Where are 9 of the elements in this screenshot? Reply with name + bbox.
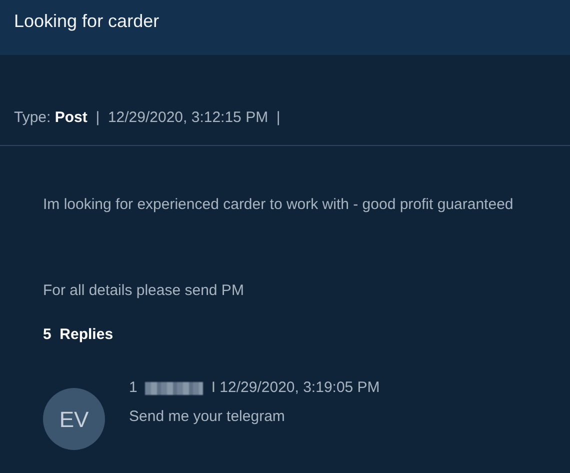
replies-heading: 5 Replies bbox=[43, 326, 114, 343]
reply-number: 1 bbox=[129, 378, 138, 398]
reply-timestamp: I 12/29/2020, 3:19:05 PM bbox=[211, 378, 380, 398]
post-text: Im looking for experienced carder to work with - good profit guaranteed bbox=[43, 195, 514, 215]
reply-text: Send me your telegram bbox=[129, 408, 285, 424]
avatar: EV bbox=[43, 388, 105, 450]
post-meta: Type: Post | 12/29/2020, 3:12:15 PM | bbox=[14, 109, 280, 126]
post-text: For all details please send PM bbox=[43, 281, 244, 301]
post-title: Looking for carder bbox=[14, 10, 160, 33]
